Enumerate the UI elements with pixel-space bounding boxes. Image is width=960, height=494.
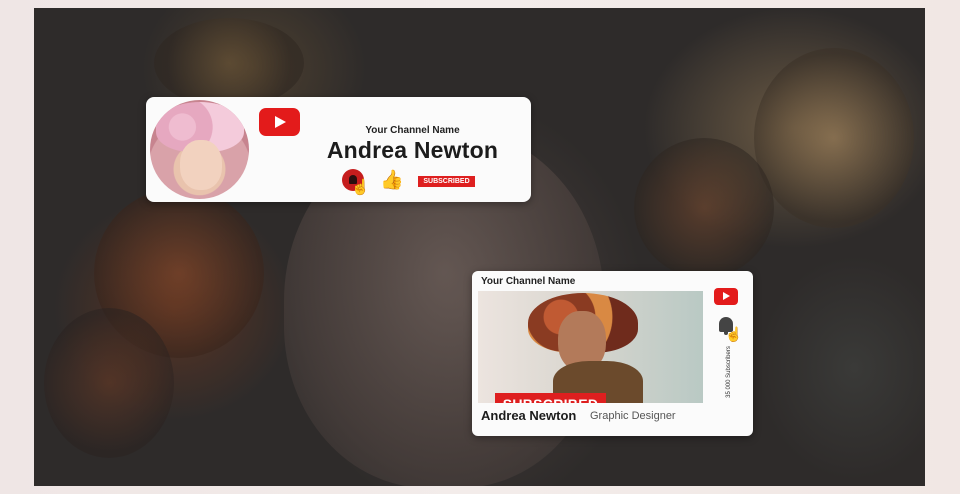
avatar — [150, 100, 249, 199]
channel-owner-role: Graphic Designer — [590, 410, 676, 422]
background-flower — [44, 308, 174, 458]
channel-name-label: Your Channel Name — [365, 125, 460, 136]
background-flower — [154, 18, 304, 108]
subscribed-button[interactable]: SUBSCRIBED — [418, 176, 475, 187]
hand-pointer-icon: ☝ — [351, 179, 370, 196]
youtube-logo-icon[interactable] — [714, 288, 738, 305]
subscriber-count: 35 000 Subscribers — [726, 346, 732, 398]
channel-owner-name: Andrea Newton — [326, 137, 499, 163]
channel-card-top: Your Channel Name Andrea Newton ☝ 👍 SUBS… — [146, 97, 531, 202]
background-flower — [634, 138, 774, 278]
channel-name-label: Your Channel Name — [481, 276, 576, 287]
thumbs-up-icon[interactable]: 👍 — [380, 168, 404, 192]
channel-photo: SUBSCRIBED — [478, 291, 703, 403]
channel-owner-name: Andrea Newton — [481, 408, 577, 423]
channel-card-bottom: Your Channel Name SUBSCRIBED ☝ 35 000 Su… — [472, 271, 753, 436]
subscribed-button[interactable]: SUBSCRIBED — [495, 393, 606, 403]
avatar-face — [180, 140, 222, 190]
youtube-logo-icon[interactable] — [259, 108, 300, 136]
background-flower — [754, 48, 914, 228]
